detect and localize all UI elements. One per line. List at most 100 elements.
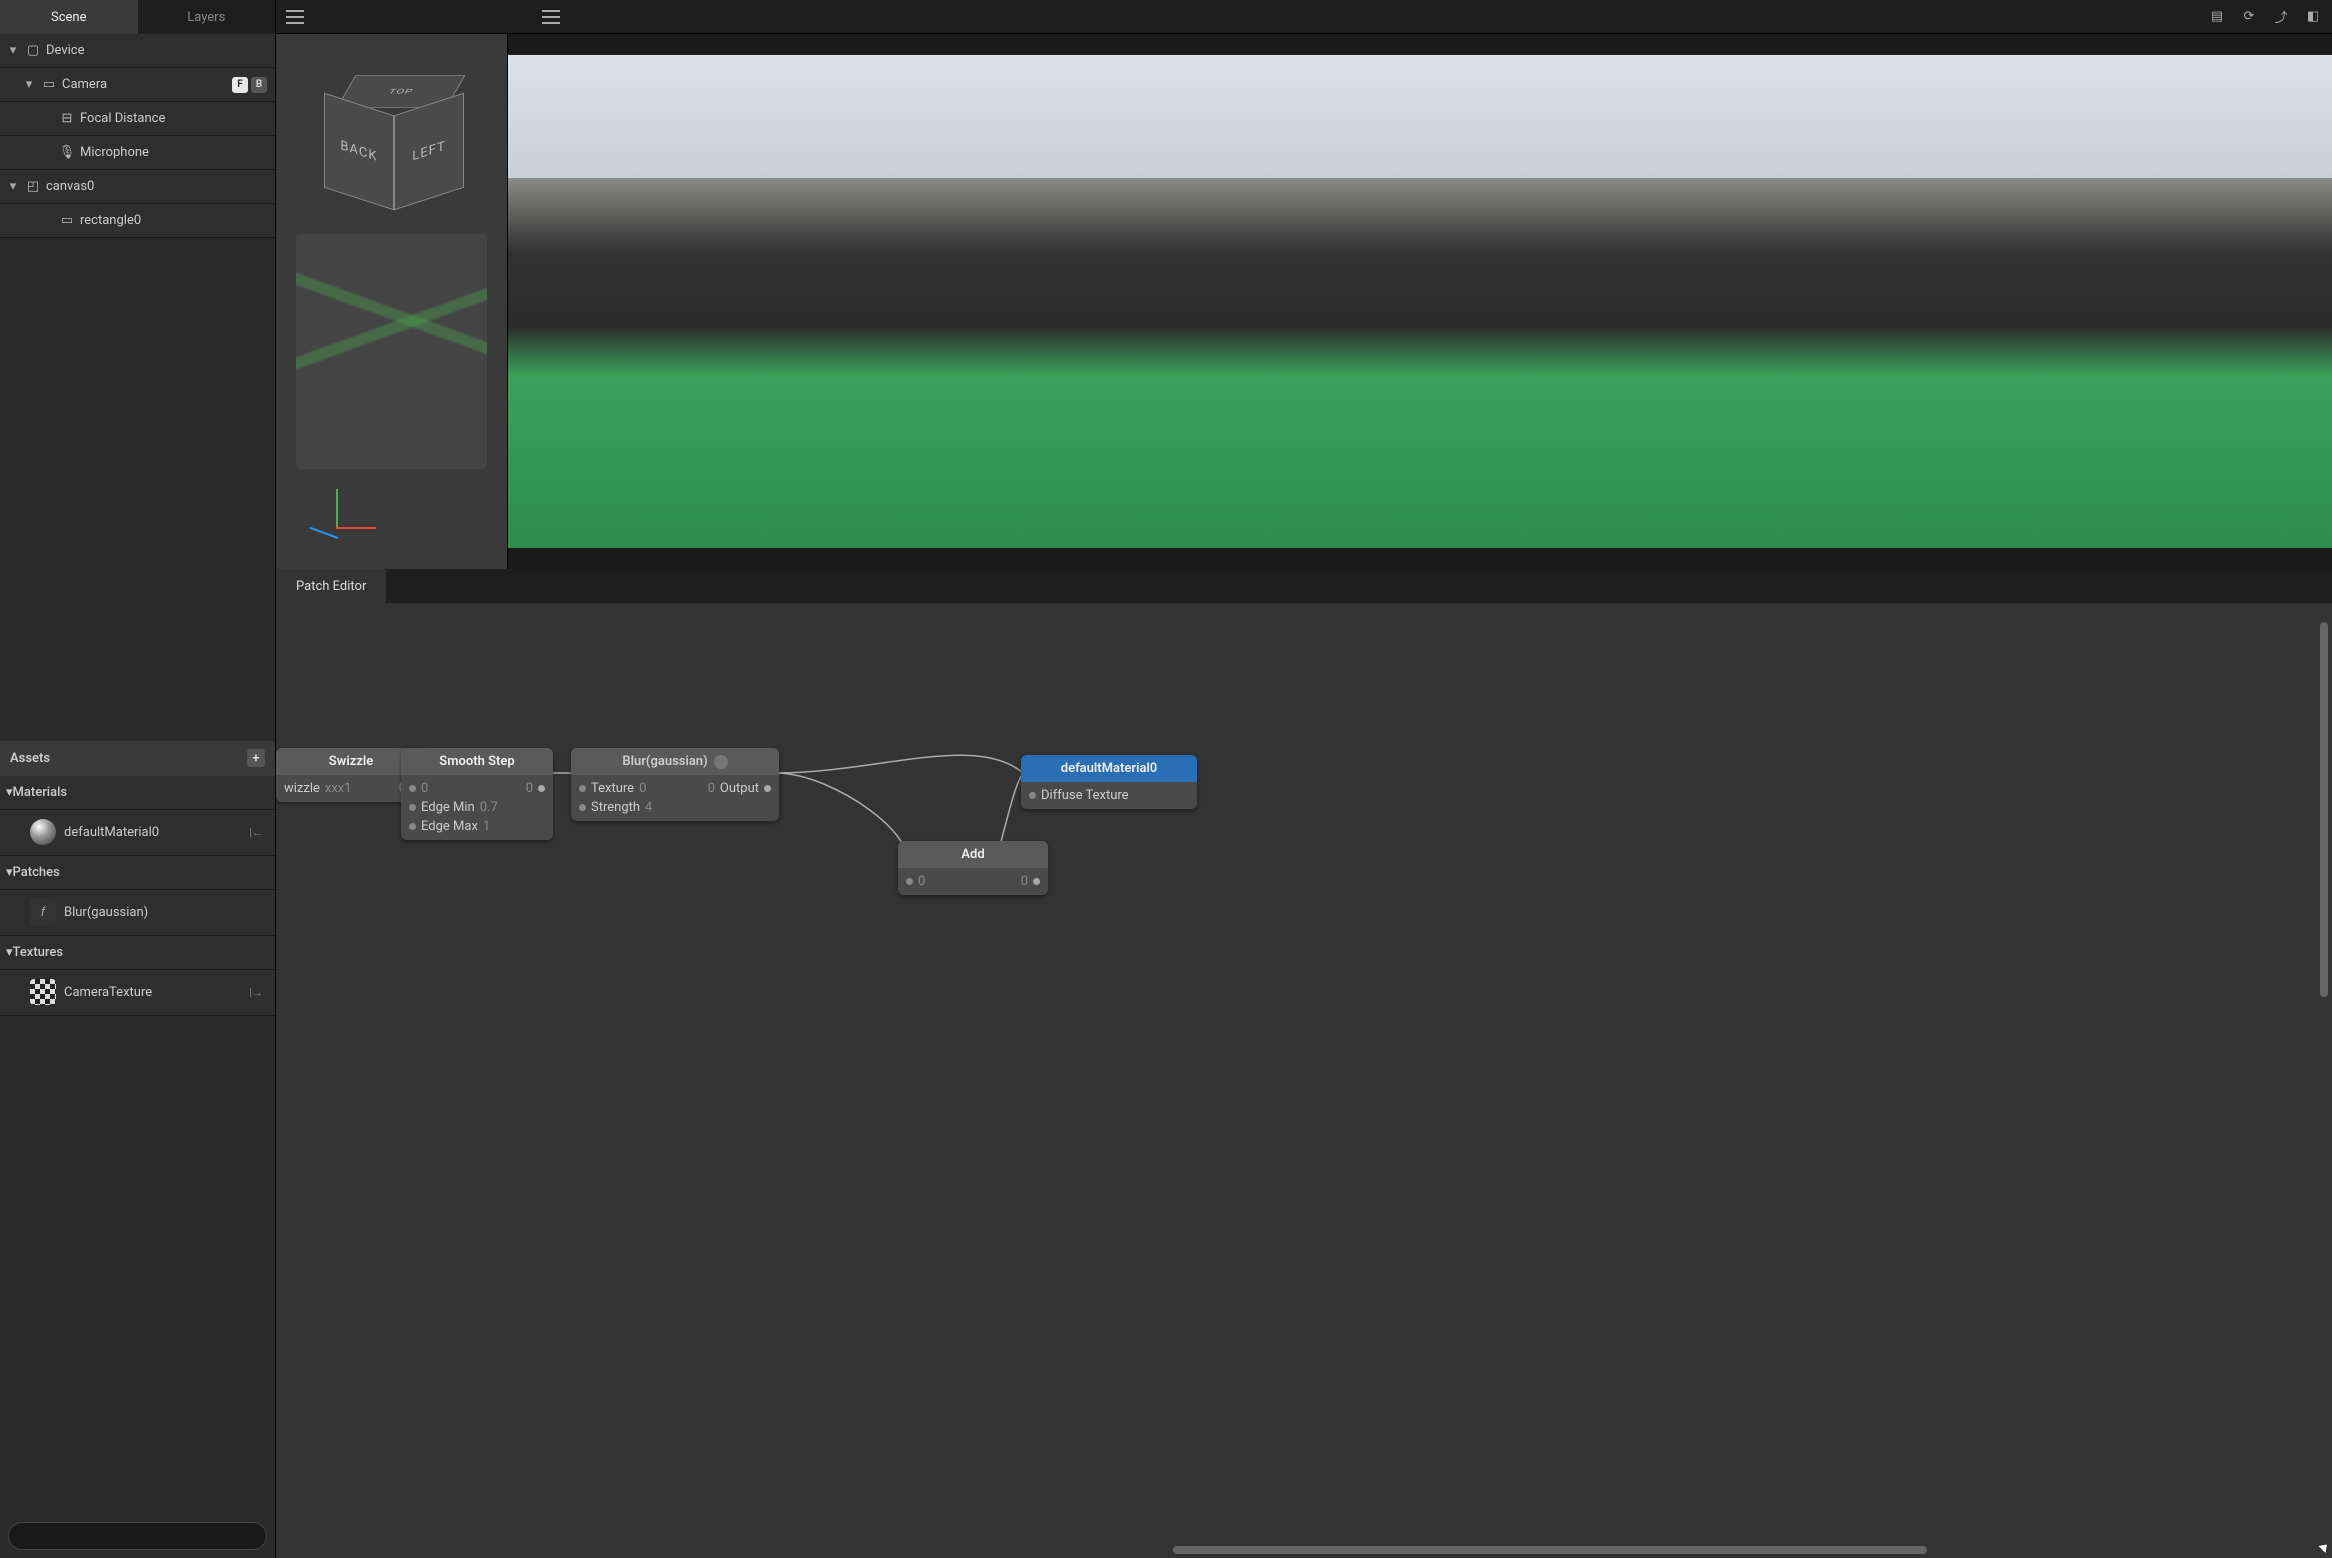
tree-label: rectangle0	[80, 213, 275, 228]
node-port-label: Texture	[591, 781, 634, 796]
node-value: 0	[421, 781, 428, 796]
port-in-icon[interactable]	[1029, 792, 1036, 799]
node-port-label: Strength	[591, 800, 640, 815]
link-in-icon[interactable]: |←	[249, 826, 263, 839]
group-icon	[714, 755, 728, 769]
port-in-icon[interactable]	[409, 823, 416, 830]
canvas-icon: ◰	[24, 179, 42, 194]
badge-back[interactable]: B	[251, 77, 267, 93]
viewport-3d-preview	[296, 234, 487, 469]
patch-node-smooth-step[interactable]: Smooth Step 0 0 Edge Min 0.7 Edge Max 1	[401, 748, 553, 840]
tab-layers[interactable]: Layers	[138, 0, 276, 34]
viewport-menu-button-right[interactable]	[542, 10, 560, 24]
camera-badges: F B	[232, 77, 275, 93]
tab-patch-editor[interactable]: Patch Editor	[276, 569, 386, 603]
cube-face-left[interactable]: LEFT	[394, 93, 464, 211]
tree-label: Camera	[62, 77, 232, 92]
patch-node-defaultmaterial0[interactable]: defaultMaterial0 Diffuse Texture	[1021, 755, 1197, 809]
assets-cat-materials[interactable]: ▾ Materials	[0, 776, 275, 810]
node-value: 0	[526, 781, 533, 796]
refresh-icon[interactable]: ⟳	[2240, 8, 2258, 26]
scrollbar-thumb[interactable]	[1173, 1546, 1927, 1554]
assets-header: Assets +	[0, 741, 275, 776]
assets-search-input[interactable]	[8, 1522, 267, 1550]
node-port-label: wizzle	[284, 781, 320, 796]
tab-scene[interactable]: Scene	[0, 0, 138, 34]
port-out-icon[interactable]	[538, 785, 545, 792]
viewports: TOP BACK LEFT	[276, 34, 2332, 569]
patch-node-blur-gaussian[interactable]: Blur(gaussian) Texture 0 0 Output Streng…	[571, 748, 779, 821]
port-in-icon[interactable]	[409, 785, 416, 792]
port-in-icon[interactable]	[906, 878, 913, 885]
tree-focal-distance[interactable]: ⊟ Focal Distance	[0, 102, 275, 136]
port-in-icon[interactable]	[409, 804, 416, 811]
cat-label: Textures	[13, 945, 64, 960]
tree-rectangle0[interactable]: ▭ rectangle0	[0, 204, 275, 238]
port-out-icon[interactable]	[764, 785, 771, 792]
link-out-icon[interactable]: |→	[249, 986, 263, 999]
add-asset-button[interactable]: +	[247, 749, 265, 767]
patch-wires	[276, 603, 2332, 1558]
patch-scrollbar-vertical[interactable]	[2320, 603, 2330, 1540]
asset-label: defaultMaterial0	[64, 825, 159, 840]
asset-label: CameraTexture	[64, 985, 152, 1000]
patch-editor-canvas[interactable]: Swizzle wizzle xxx1 0 Smooth Step 0 0 Ed…	[276, 603, 2332, 1558]
scrollbar-thumb[interactable]	[2320, 622, 2328, 997]
texture-icon	[30, 979, 56, 1005]
assets-cat-patches[interactable]: ▾ Patches	[0, 856, 275, 890]
panel-toggle-icon[interactable]: ◧	[2304, 8, 2322, 26]
node-value: 0	[918, 874, 925, 889]
tree-label: Microphone	[80, 145, 275, 160]
assets-cat-textures[interactable]: ▾ Textures	[0, 936, 275, 970]
asset-blur-gaussian[interactable]: 𝑓 Blur(gaussian)	[0, 890, 275, 936]
material-sphere-icon	[30, 819, 56, 845]
tree-label: Device	[46, 43, 275, 58]
tree-microphone[interactable]: 🎙 Microphone	[0, 136, 275, 170]
axis-z-icon	[309, 527, 338, 539]
node-value: 0	[1021, 874, 1028, 889]
viewport-menu-button-left[interactable]	[286, 10, 304, 24]
node-title-text: Blur(gaussian)	[622, 754, 707, 769]
camera-feed-image	[508, 55, 2332, 547]
asset-cameratexture[interactable]: CameraTexture |→	[0, 970, 275, 1016]
viewport-3d[interactable]: TOP BACK LEFT	[276, 34, 508, 569]
cube-face-back[interactable]: BACK	[324, 93, 394, 211]
orientation-cube[interactable]: TOP BACK LEFT	[316, 64, 466, 214]
rectangle-icon: ▭	[58, 213, 76, 228]
axis-y-icon	[336, 489, 338, 529]
left-panel: Scene Layers ▾ ▢ Device ▾ ▭ Camera F B ⊟	[0, 0, 276, 1558]
node-port-label: Output	[720, 781, 759, 796]
port-out-icon[interactable]	[1033, 878, 1040, 885]
mouse-cursor-icon	[2318, 1541, 2330, 1553]
patch-scrollbar-horizontal[interactable]	[276, 1546, 2314, 1556]
port-in-icon[interactable]	[579, 785, 586, 792]
tree-camera[interactable]: ▾ ▭ Camera F B	[0, 68, 275, 102]
patch-tab-row: Patch Editor	[276, 569, 2332, 603]
focal-icon: ⊟	[58, 111, 76, 126]
port-in-icon[interactable]	[579, 804, 586, 811]
node-title: Blur(gaussian)	[571, 748, 779, 775]
chevron-down-icon: ▾	[6, 179, 20, 194]
tree-device[interactable]: ▾ ▢ Device	[0, 34, 275, 68]
axes-gizmo	[306, 489, 376, 539]
node-value: 1	[483, 819, 490, 834]
scene-tree: ▾ ▢ Device ▾ ▭ Camera F B ⊟ Focal Distan…	[0, 34, 275, 238]
axis-x-icon	[336, 527, 376, 529]
badge-front[interactable]: F	[232, 77, 248, 93]
viewport-camera[interactable]	[508, 34, 2332, 569]
cat-label: Patches	[13, 865, 60, 880]
asset-defaultmaterial0[interactable]: defaultMaterial0 |←	[0, 810, 275, 856]
node-title: Add	[898, 841, 1048, 868]
tree-canvas0[interactable]: ▾ ◰ canvas0	[0, 170, 275, 204]
node-value: 4	[645, 800, 652, 815]
app-root: Scene Layers ▾ ▢ Device ▾ ▭ Camera F B ⊟	[0, 0, 2332, 1558]
asset-label: Blur(gaussian)	[64, 905, 148, 920]
unsaved-icon[interactable]: ▤	[2208, 8, 2226, 26]
assets-title: Assets	[10, 751, 50, 766]
node-value: 0.7	[480, 800, 498, 815]
patch-node-add[interactable]: Add 0 0	[898, 841, 1048, 895]
left-tabs: Scene Layers	[0, 0, 275, 34]
node-title: defaultMaterial0	[1021, 755, 1197, 782]
node-value: 0	[708, 781, 715, 796]
share-icon[interactable]: ⤴	[2272, 8, 2290, 26]
